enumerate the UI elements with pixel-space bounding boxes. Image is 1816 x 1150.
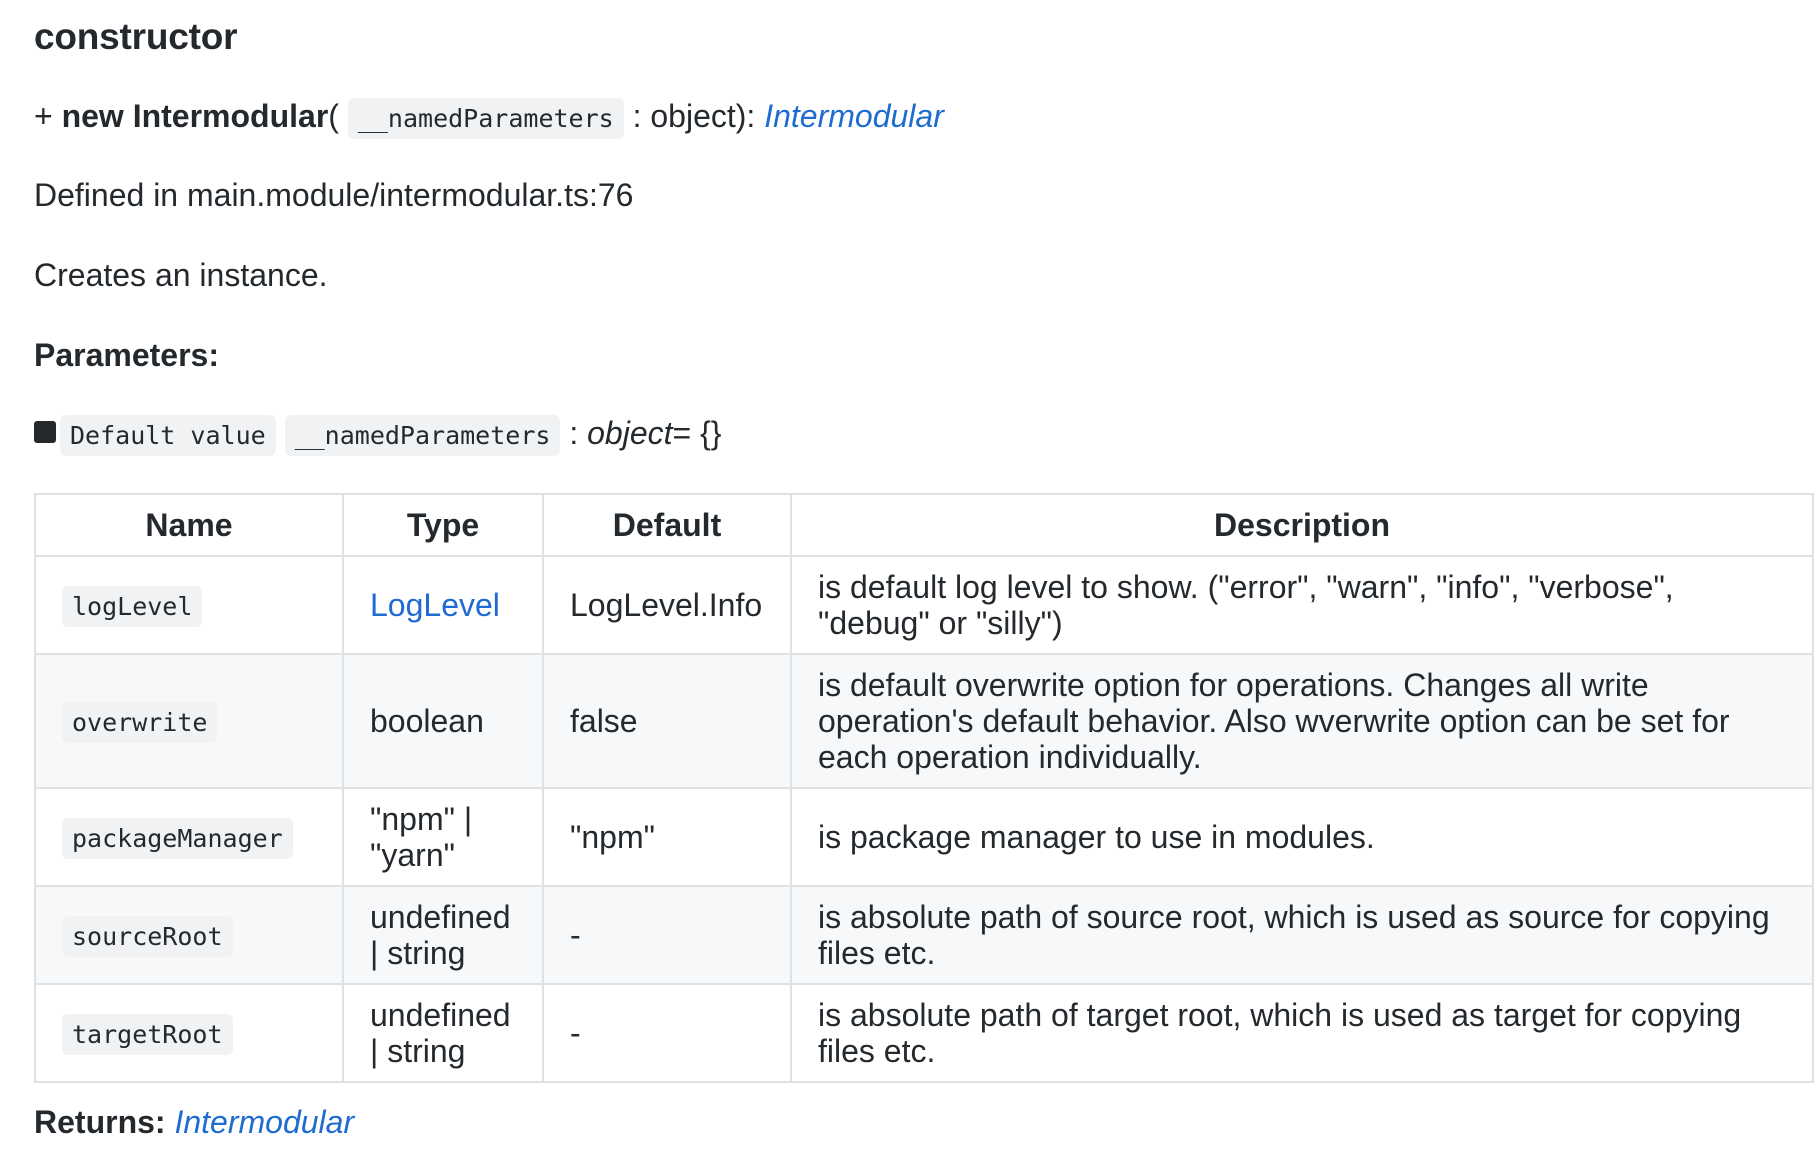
signature-prefix: + [34,98,62,134]
signature-param-type: : object): [632,98,765,134]
param-default-cell: - [542,983,792,1083]
defined-in-text: Defined in main.module/intermodular.ts:7… [34,177,634,213]
param-name-code: overwrite [62,701,218,743]
param-name-cell: overwrite [34,653,344,789]
signature-keyword: new Intermodular [61,98,329,134]
param-type-cell: LogLevel [342,555,544,655]
header-default: Default [542,493,792,557]
signature-param-code: __namedParameters [347,98,624,139]
header-description: Description [790,493,1814,557]
header-name: Name [34,493,344,557]
square-bullet-icon [34,420,56,443]
table-header-row: Name Type Default Description [34,493,1814,557]
parameters-table: Name Type Default Description logLevel L… [34,493,1814,1083]
param-name-cell: logLevel [34,555,344,655]
returns-type-link[interactable]: Intermodular [174,1104,354,1140]
param-description-cell: is default log level to show. ("error", … [790,555,1814,655]
table-row: overwrite boolean false is default overw… [34,653,1814,789]
default-param-default: = {} [672,415,722,451]
default-value-badge: Default value [60,415,276,456]
parameters-label: Parameters: [34,337,219,373]
default-param-type: object [587,415,673,451]
returns-label: Returns: [34,1104,166,1140]
param-description-cell: is absolute path of source root, which i… [790,885,1814,985]
param-type-cell: boolean [342,653,544,789]
param-name-code: logLevel [62,585,203,627]
param-name-cell: packageManager [34,787,344,887]
param-default-cell: LogLevel.Info [542,555,792,655]
default-param-name: __namedParameters [284,415,561,456]
param-type-cell: undefined | string [342,983,544,1083]
signature-return-type-link[interactable]: Intermodular [764,98,944,134]
table-row: targetRoot undefined | string - is absol… [34,983,1814,1083]
param-description-cell: is package manager to use in modules. [790,787,1814,887]
table-row: packageManager "npm" | "yarn" "npm" is p… [34,787,1814,887]
param-default-cell: false [542,653,792,789]
param-default-cell: "npm" [542,787,792,887]
param-name-code: targetRoot [62,1013,233,1055]
param-name-cell: sourceRoot [34,885,344,985]
returns-line: Returns: Intermodular [34,1102,354,1142]
param-type-link[interactable]: LogLevel [370,587,500,623]
param-name-code: sourceRoot [62,915,233,957]
param-default-cell: - [542,885,792,985]
default-param-sep: : [560,415,588,451]
header-type: Type [342,493,544,557]
param-description-cell: is default overwrite option for operatio… [790,653,1814,789]
signature-open-paren: ( [328,98,339,134]
param-name-cell: targetRoot [34,983,344,1083]
description-text: Creates an instance. [34,257,328,293]
param-type-cell: "npm" | "yarn" [342,787,544,887]
default-param-line: Default value __namedParameters : object… [34,413,722,456]
constructor-signature: + new Intermodular( __namedParameters : … [34,96,944,139]
param-type-cell: undefined | string [342,885,544,985]
table-row: sourceRoot undefined | string - is absol… [34,885,1814,985]
param-name-code: packageManager [62,817,293,859]
section-heading: constructor [34,16,238,57]
param-description-cell: is absolute path of target root, which i… [790,983,1814,1083]
table-row: logLevel LogLevel LogLevel.Info is defau… [34,555,1814,655]
